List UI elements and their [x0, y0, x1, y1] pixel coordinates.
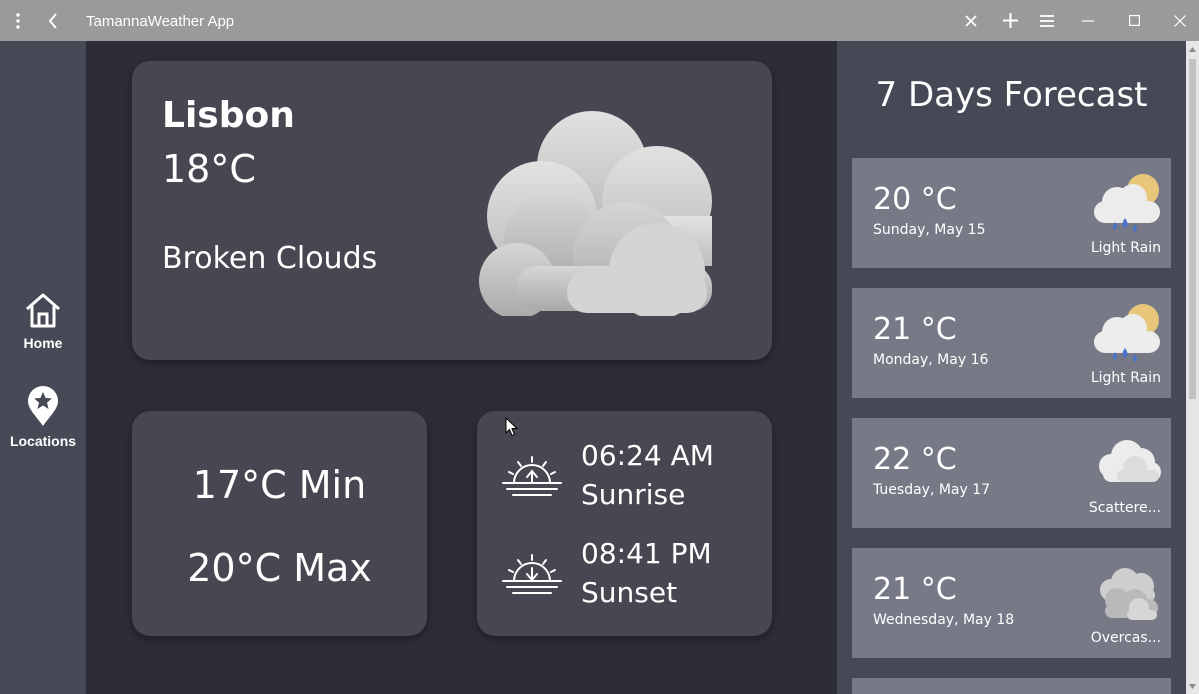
- menu-icon[interactable]: [1036, 0, 1058, 41]
- sunrise-time: 06:24 AM: [581, 439, 714, 472]
- window-title: TamannaWeather App: [86, 13, 235, 30]
- light-rain-icon: [1094, 304, 1160, 362]
- forecast-date: Wednesday, May 18: [873, 612, 1015, 628]
- forecast-description: Overcas...: [1090, 630, 1161, 646]
- close-tab-icon[interactable]: [960, 0, 982, 41]
- forecast-temperature: 20 °C: [873, 182, 957, 217]
- forecast-panel: 7 Days Forecast 20 °C Sunday, May 15 Lig…: [837, 41, 1186, 694]
- main-panel: Lisbon 18°C Broken Clouds 17°C Min 20°C …: [86, 41, 837, 694]
- current-temperature: 18°C: [162, 147, 256, 191]
- forecast-description: Light Rain: [1090, 370, 1161, 386]
- forecast-day-card[interactable]: [852, 678, 1171, 694]
- broken-clouds-icon: [479, 111, 712, 316]
- minimize-icon[interactable]: [1076, 0, 1100, 41]
- scroll-thumb[interactable]: [1189, 59, 1196, 399]
- min-max-card: 17°C Min 20°C Max: [132, 411, 427, 636]
- back-arrow-icon[interactable]: [42, 0, 64, 41]
- forecast-date: Monday, May 16: [873, 352, 989, 368]
- current-weather-card: Lisbon 18°C Broken Clouds: [132, 61, 772, 360]
- scattered-clouds-icon: [1099, 440, 1161, 482]
- nav-label-locations: Locations: [9, 433, 77, 449]
- location-pin-icon: [28, 386, 58, 426]
- light-rain-icon: [1094, 174, 1160, 232]
- forecast-temperature: 22 °C: [873, 442, 957, 477]
- forecast-date: Tuesday, May 17: [873, 482, 991, 498]
- scroll-up-icon[interactable]: [1186, 43, 1199, 55]
- title-bar: TamannaWeather App: [0, 0, 1199, 41]
- min-temperature: 17°C Min: [192, 463, 367, 507]
- mouse-cursor-icon: [505, 417, 519, 437]
- forecast-description: Scattere...: [1088, 500, 1161, 516]
- nav-label-home: Home: [23, 335, 63, 351]
- forecast-day-card[interactable]: 20 °C Sunday, May 15 Light Rain: [852, 158, 1171, 268]
- nav-item-locations[interactable]: Locations: [0, 385, 86, 449]
- forecast-temperature: 21 °C: [873, 312, 957, 347]
- scroll-down-icon[interactable]: [1186, 680, 1199, 692]
- forecast-temperature: 21 °C: [873, 572, 957, 607]
- maximize-icon[interactable]: [1122, 0, 1146, 41]
- sun-card: 06:24 AM Sunrise 08:41 PM Sunset: [477, 411, 772, 636]
- sunrise-icon: [502, 456, 562, 496]
- max-temperature: 20°C Max: [187, 546, 372, 590]
- nav-item-home[interactable]: Home: [0, 291, 86, 351]
- sunset-label: Sunset: [581, 576, 678, 609]
- forecast-date: Sunday, May 15: [873, 222, 986, 238]
- forecast-title: 7 Days Forecast: [875, 75, 1148, 115]
- more-options-icon[interactable]: [8, 0, 28, 41]
- add-icon[interactable]: [999, 0, 1021, 41]
- forecast-scrollbar[interactable]: [1186, 41, 1199, 694]
- overcast-clouds-icon: [1100, 568, 1158, 620]
- home-icon: [26, 293, 60, 328]
- city-name: Lisbon: [162, 95, 295, 136]
- forecast-day-card[interactable]: 21 °C Wednesday, May 18 Overcas...: [852, 548, 1171, 658]
- weather-condition: Broken Clouds: [162, 241, 378, 276]
- sunset-icon: [502, 554, 562, 594]
- close-window-icon[interactable]: [1168, 0, 1192, 41]
- sunrise-label: Sunrise: [581, 478, 686, 511]
- forecast-day-card[interactable]: 22 °C Tuesday, May 17 Scattere...: [852, 418, 1171, 528]
- sunset-time: 08:41 PM: [581, 537, 712, 570]
- forecast-day-card[interactable]: 21 °C Monday, May 16 Light Rain: [852, 288, 1171, 398]
- nav-rail: Home Locations: [0, 41, 86, 694]
- forecast-description: Light Rain: [1090, 240, 1161, 256]
